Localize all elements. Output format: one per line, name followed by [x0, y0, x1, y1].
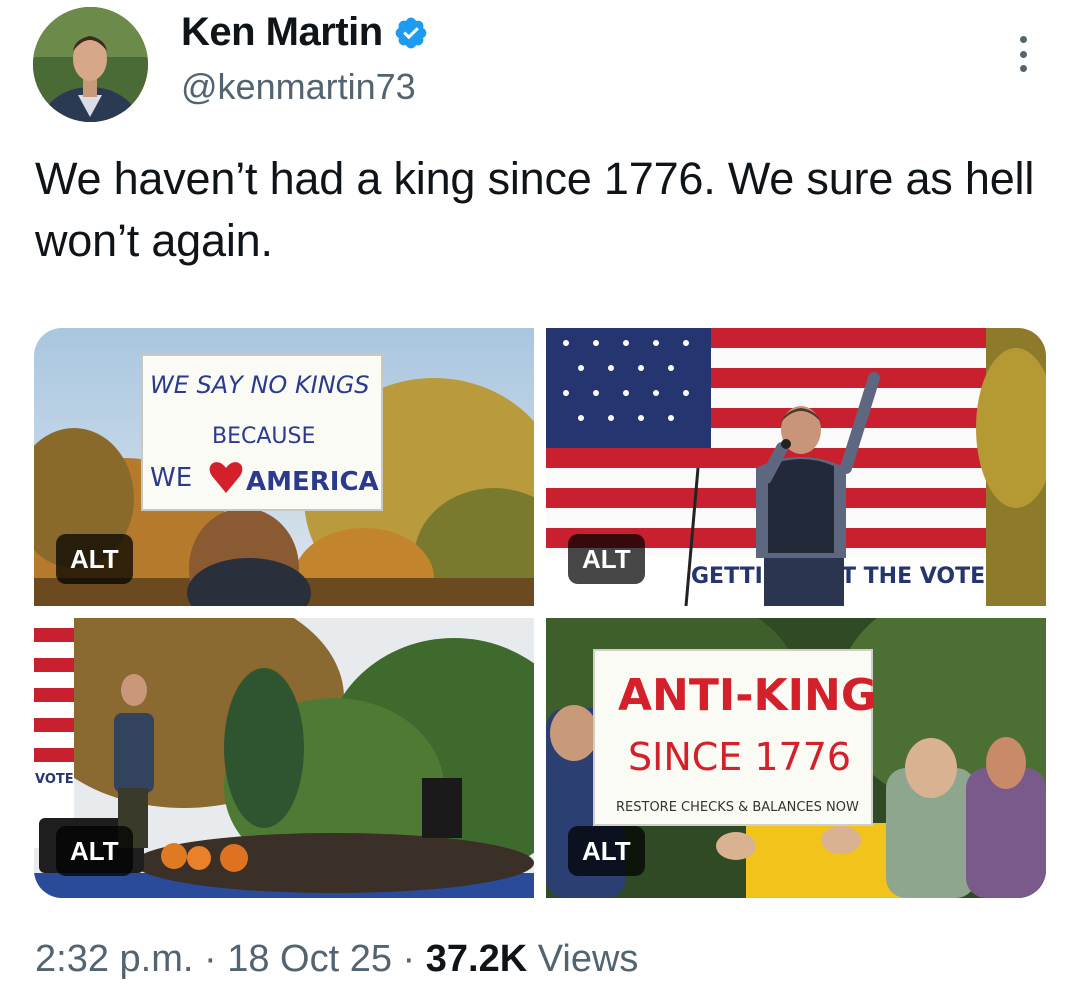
sign-anti-king: ANTI-KING	[618, 670, 877, 721]
alt-badge[interactable]: ALT	[568, 534, 645, 584]
views-label[interactable]: Views	[538, 938, 639, 980]
sign-line-2: BECAUSE	[212, 424, 315, 449]
photo-rally-crowd[interactable]: VOTE ALT	[34, 618, 534, 898]
meta-separator: ·	[203, 938, 217, 980]
sign-line-3: WE	[150, 463, 192, 493]
verified-badge-icon	[395, 17, 427, 48]
media-grid: WE SAY NO KINGS BECAUSE WE AMERICA ALT G…	[34, 328, 1046, 898]
banner-text-left: GETTII	[691, 564, 771, 589]
banner-text-right: T THE VOTE	[841, 564, 985, 589]
sign-line-1: WE SAY NO KINGS	[150, 371, 370, 399]
meta-separator: ·	[402, 938, 416, 980]
photo-no-kings-sign[interactable]: WE SAY NO KINGS BECAUSE WE AMERICA ALT	[34, 328, 534, 606]
photo-anti-king-sign[interactable]: ANTI-KING SINCE 1776 RESTORE CHECKS & BA…	[546, 618, 1046, 898]
more-options-icon[interactable]	[1013, 36, 1033, 72]
author-name-row[interactable]: Ken Martin	[181, 10, 429, 55]
tweet-time[interactable]: 2:32 p.m.	[35, 938, 193, 980]
author-handle[interactable]: @kenmartin73	[181, 66, 416, 108]
avatar[interactable]	[33, 7, 148, 122]
sign-restore: RESTORE CHECKS & BALANCES NOW	[616, 800, 859, 815]
alt-badge[interactable]: ALT	[568, 826, 645, 876]
sign-since-1776: SINCE 1776	[628, 735, 851, 779]
views-count[interactable]: 37.2K	[426, 938, 527, 980]
tweet-text: We haven’t had a king since 1776. We sur…	[35, 153, 1035, 266]
flag-text: VOTE	[35, 772, 74, 787]
alt-badge[interactable]: ALT	[56, 826, 133, 876]
alt-badge[interactable]: ALT	[56, 534, 133, 584]
display-name[interactable]: Ken Martin	[181, 10, 383, 55]
sign-line-4: AMERICA	[246, 467, 379, 497]
photo-speaker-flag[interactable]: GETTII T THE VOTE ALT	[546, 328, 1046, 606]
tweet-meta: 2:32 p.m. · 18 Oct 25 · 37.2K Views	[35, 938, 638, 981]
tweet-date[interactable]: 18 Oct 25	[227, 938, 392, 980]
